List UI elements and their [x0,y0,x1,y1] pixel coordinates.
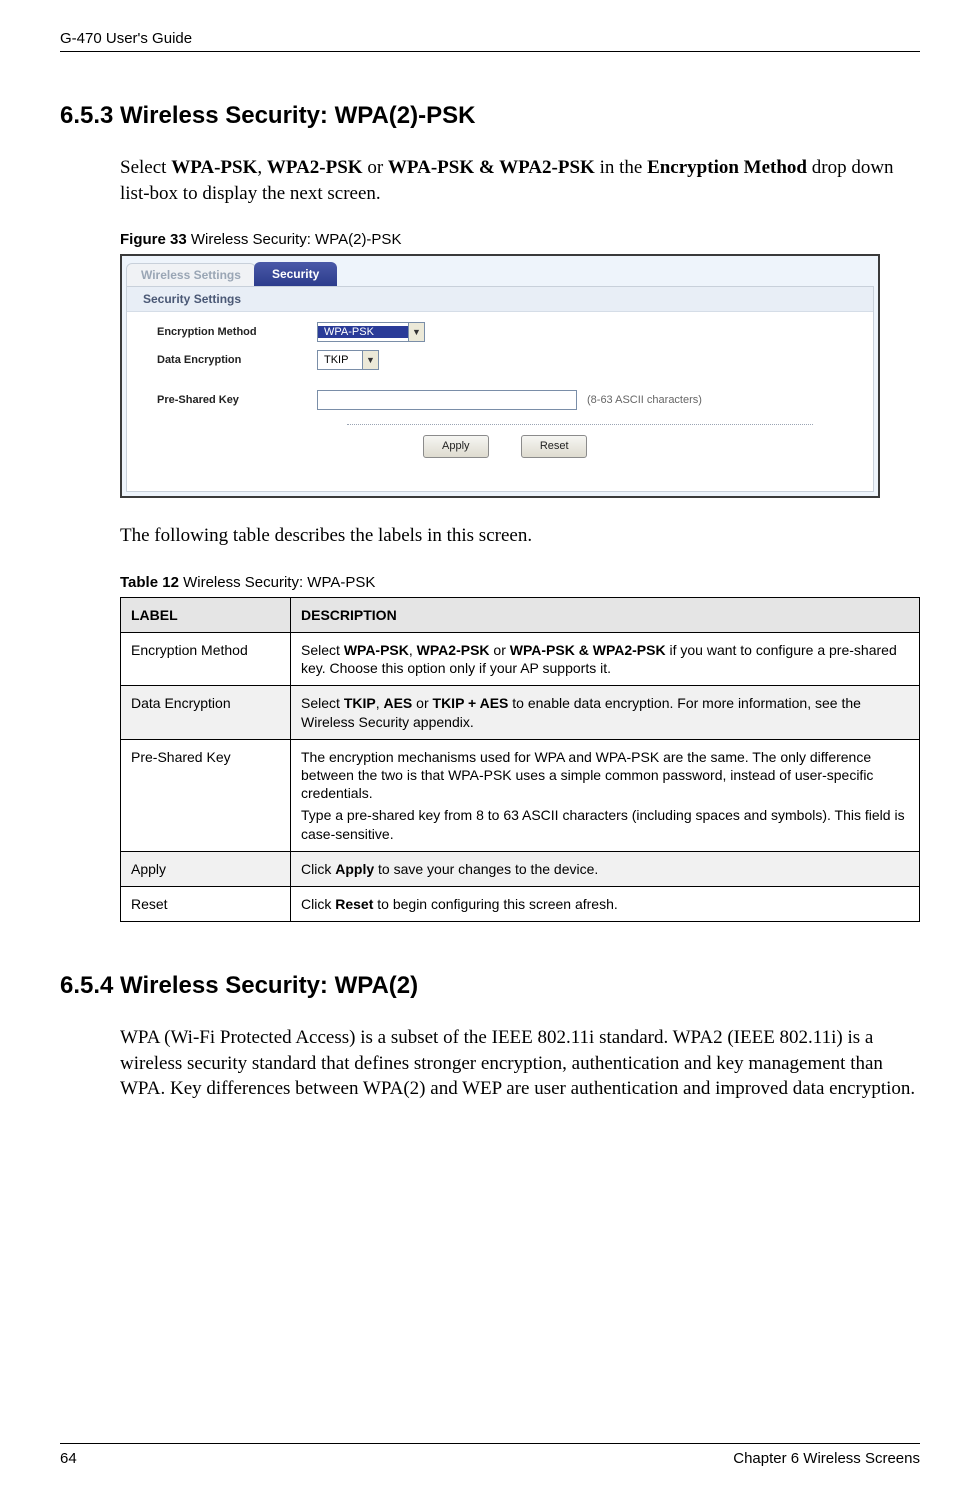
table-header-row: LABEL DESCRIPTION [121,597,920,632]
text: to begin configuring this screen afresh. [373,896,617,912]
button-row: Apply Reset [157,435,853,458]
figure-title: Wireless Security: WPA(2)-PSK [191,231,402,248]
preshared-key-input[interactable] [317,390,577,410]
table-row: Reset Click Reset to begin configuring t… [121,886,920,921]
text-bold: WPA-PSK & WPA2-PSK [388,157,595,178]
cell-desc: Select WPA-PSK, WPA2-PSK or WPA-PSK & WP… [291,633,920,686]
table-12-caption: Table 12 Wireless Security: WPA-PSK [120,574,920,591]
chevron-down-icon: ▼ [362,351,378,369]
text: Click [301,861,335,877]
cell-label: Data Encryption [121,686,291,739]
tab-strip: Wireless Settings Security [122,256,878,286]
text-bold: AES [383,695,412,711]
text: , [257,157,267,178]
text-bold: Encryption Method [647,157,807,178]
chevron-down-icon: ▼ [408,323,424,341]
cell-label: Pre-Shared Key [121,739,291,851]
cell-desc: Select TKIP, AES or TKIP + AES to enable… [291,686,920,739]
text-bold: WPA-PSK & WPA2-PSK [510,642,666,658]
para-table-intro: The following table describes the labels… [120,523,920,549]
label-encryption-method: Encryption Method [157,326,317,338]
table-title: Wireless Security: WPA-PSK [183,574,375,591]
cell-label: Reset [121,886,291,921]
text-bold: TKIP + AES [433,695,509,711]
preshared-key-hint: (8-63 ASCII characters) [587,394,702,406]
encryption-method-select[interactable]: WPA-PSK ▼ [317,322,425,342]
text-bold: Reset [335,896,373,912]
footer-rule [60,1443,920,1444]
page-number: 64 [60,1450,77,1467]
heading-6-5-3: 6.5.3 Wireless Security: WPA(2)-PSK [60,102,920,130]
heading-6-5-4: 6.5.4 Wireless Security: WPA(2) [60,972,920,1000]
row-data-encryption: Data Encryption TKIP ▼ [157,350,853,370]
dotted-separator [347,424,813,425]
cell-desc: Click Apply to save your changes to the … [291,851,920,886]
text: to save your changes to the device. [374,861,598,877]
cell-label: Encryption Method [121,633,291,686]
tab-security[interactable]: Security [254,262,337,286]
figure-33-caption: Figure 33 Wireless Security: WPA(2)-PSK [120,231,920,248]
data-encryption-value: TKIP [318,354,362,366]
label-preshared-key: Pre-Shared Key [157,394,317,406]
text: Type a pre-shared key from 8 to 63 ASCII… [301,806,909,842]
page-footer: 64 Chapter 6 Wireless Screens [60,1443,920,1467]
table-row: Encryption Method Select WPA-PSK, WPA2-P… [121,633,920,686]
tab-body: Security Settings Encryption Method WPA-… [126,286,874,492]
text: Select [301,642,344,658]
th-label: LABEL [121,597,291,632]
reset-button[interactable]: Reset [521,435,587,458]
apply-button[interactable]: Apply [423,435,489,458]
text: Select [120,157,171,178]
header-rule [60,51,920,52]
header-doc-title: G-470 User's Guide [60,30,920,47]
cell-desc: The encryption mechanisms used for WPA a… [291,739,920,851]
table-number: Table 12 [120,574,183,591]
text: or [412,695,432,711]
text: or [490,642,510,658]
text-bold: WPA-PSK [171,157,257,178]
th-description: DESCRIPTION [291,597,920,632]
cell-label: Apply [121,851,291,886]
text-bold: Apply [335,861,374,877]
text-bold: WPA2-PSK [417,642,490,658]
table-row: Data Encryption Select TKIP, AES or TKIP… [121,686,920,739]
label-data-encryption: Data Encryption [157,354,317,366]
encryption-method-value: WPA-PSK [318,326,408,338]
table-12: LABEL DESCRIPTION Encryption Method Sele… [120,597,920,922]
para-6-5-3-intro: Select WPA-PSK, WPA2-PSK or WPA-PSK & WP… [120,155,920,206]
row-preshared-key: Pre-Shared Key (8-63 ASCII characters) [157,390,853,410]
form-area: Encryption Method WPA-PSK ▼ Data Encrypt… [127,312,873,458]
figure-33-screenshot: Wireless Settings Security Security Sett… [120,254,880,498]
table-row: Pre-Shared Key The encryption mechanisms… [121,739,920,851]
text-bold: WPA2-PSK [267,157,363,178]
text: The encryption mechanisms used for WPA a… [301,748,909,803]
table-row: Apply Click Apply to save your changes t… [121,851,920,886]
text: or [363,157,388,178]
chapter-title: Chapter 6 Wireless Screens [733,1450,920,1467]
data-encryption-select[interactable]: TKIP ▼ [317,350,379,370]
text: , [409,642,417,658]
text: Select [301,695,344,711]
text-bold: TKIP [344,695,376,711]
group-security-settings: Security Settings [127,287,873,312]
cell-desc: Click Reset to begin configuring this sc… [291,886,920,921]
text: in the [595,157,647,178]
text-bold: WPA-PSK [344,642,409,658]
row-encryption-method: Encryption Method WPA-PSK ▼ [157,322,853,342]
figure-number: Figure 33 [120,231,191,248]
para-6-5-4: WPA (Wi-Fi Protected Access) is a subset… [120,1025,920,1102]
text: Click [301,896,335,912]
tab-wireless-settings[interactable]: Wireless Settings [126,263,256,286]
